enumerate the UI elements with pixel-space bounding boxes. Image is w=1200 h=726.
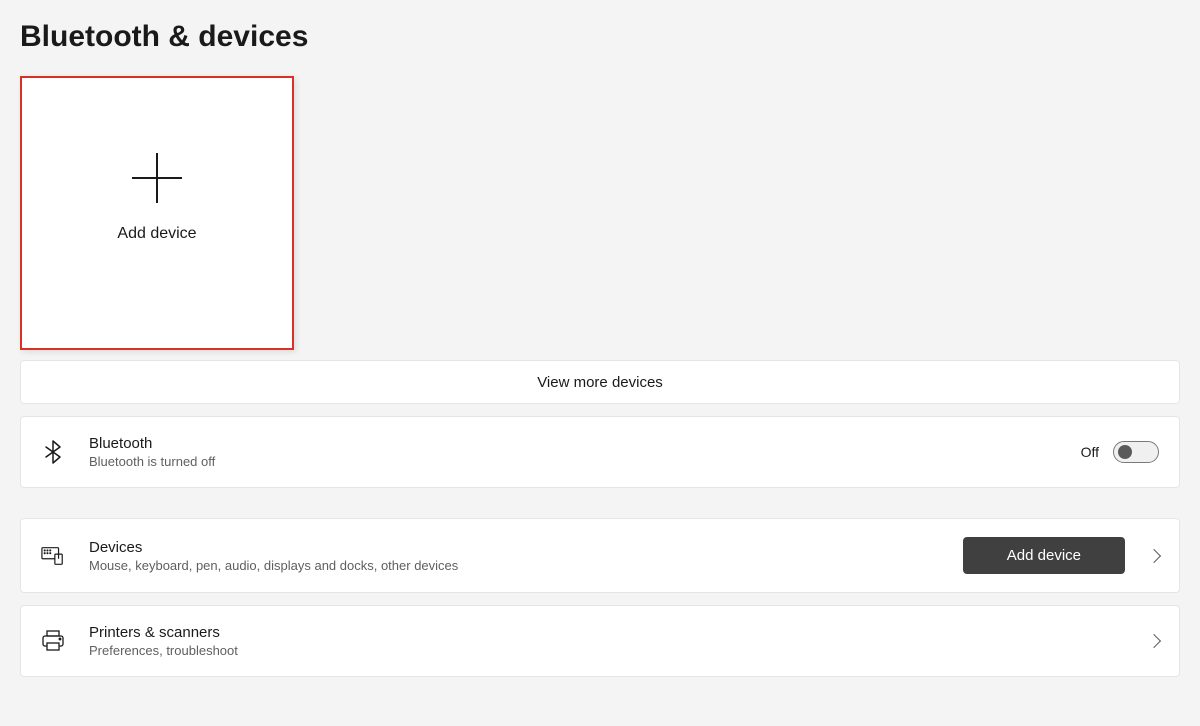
toggle-knob: [1118, 445, 1132, 459]
devices-icon: [41, 544, 65, 568]
bluetooth-icon: [41, 440, 65, 464]
printers-subtitle: Preferences, troubleshoot: [89, 643, 1139, 658]
chevron-right-icon[interactable]: [1147, 548, 1161, 562]
chevron-right-icon[interactable]: [1147, 634, 1161, 648]
add-device-tile-label: Add device: [117, 225, 196, 243]
view-more-devices-button[interactable]: View more devices: [20, 360, 1180, 404]
plus-icon: [132, 153, 182, 203]
add-device-button[interactable]: Add device: [963, 537, 1125, 574]
printers-title: Printers & scanners: [89, 624, 1139, 641]
printers-row[interactable]: Printers & scanners Preferences, trouble…: [20, 605, 1180, 677]
devices-subtitle: Mouse, keyboard, pen, audio, displays an…: [89, 558, 963, 573]
bluetooth-toggle[interactable]: [1113, 441, 1159, 463]
add-device-tile[interactable]: Add device: [20, 76, 294, 350]
bluetooth-toggle-label: Off: [1081, 444, 1099, 460]
bluetooth-subtitle: Bluetooth is turned off: [89, 454, 1081, 469]
page-title: Bluetooth & devices: [20, 20, 1180, 54]
printer-icon: [41, 629, 65, 653]
devices-row[interactable]: Devices Mouse, keyboard, pen, audio, dis…: [20, 518, 1180, 593]
devices-title: Devices: [89, 539, 963, 556]
view-more-devices-label: View more devices: [537, 374, 663, 391]
bluetooth-title: Bluetooth: [89, 435, 1081, 452]
bluetooth-row[interactable]: Bluetooth Bluetooth is turned off Off: [20, 416, 1180, 488]
